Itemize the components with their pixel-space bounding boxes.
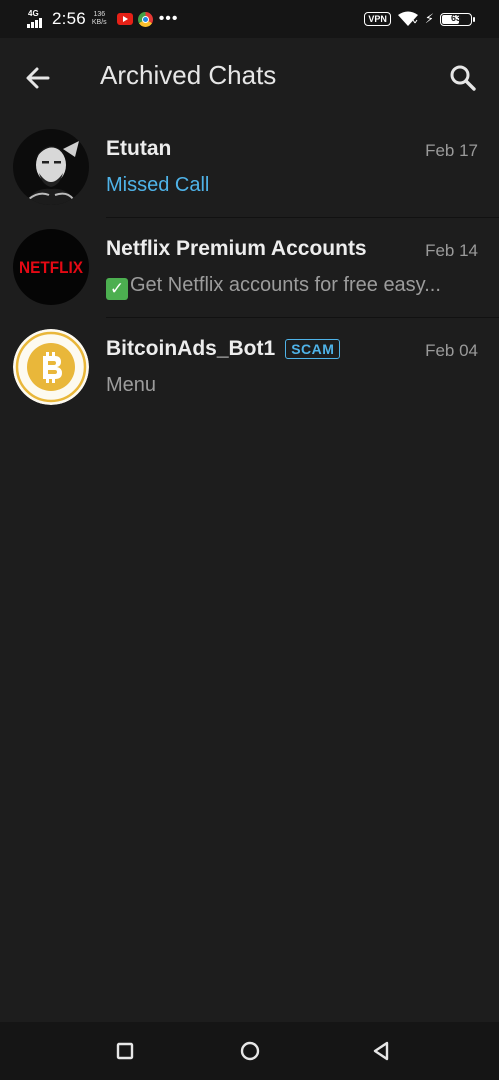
chat-item-bitcoinads-bot1[interactable]: BitcoinAds_Bot1 SCAM Feb 04 Menu	[0, 318, 499, 418]
back-button[interactable]	[20, 60, 56, 96]
chat-last-message: Menu	[106, 374, 157, 396]
page-title: Archived Chats	[100, 60, 277, 90]
chat-name: Etutan	[106, 137, 172, 160]
search-button[interactable]	[445, 60, 481, 96]
square-icon	[116, 1042, 134, 1060]
chat-item-etutan[interactable]: Etutan Feb 17 Missed Call	[0, 118, 499, 218]
chat-name: Netflix Premium Accounts	[106, 237, 367, 260]
chat-name: BitcoinAds_Bot1 SCAM	[106, 337, 341, 361]
wifi-icon	[397, 11, 418, 26]
chat-date: Feb 04	[425, 341, 478, 360]
avatar: NETFLIX	[13, 229, 89, 305]
arrow-back-icon	[26, 67, 50, 89]
search-icon	[450, 65, 476, 91]
recents-button[interactable]	[110, 1036, 140, 1066]
network-type: 4G	[28, 9, 39, 18]
battery-icon: 63	[440, 12, 475, 26]
chat-date: Feb 17	[425, 141, 478, 160]
chat-item-netflix-premium-accounts[interactable]: NETFLIX Netflix Premium Accounts Feb 14 …	[0, 218, 499, 318]
chat-last-message: Missed Call	[106, 174, 210, 196]
youtube-notification-icon	[116, 13, 133, 25]
vpn-indicator: VPN	[364, 12, 391, 26]
bitcoin-logo-icon	[13, 329, 89, 405]
app-header: Archived Chats	[0, 38, 499, 118]
network-speed: 136 KB/s	[91, 11, 107, 26]
scam-badge: SCAM	[285, 339, 341, 359]
svg-text:NETFLIX: NETFLIX	[19, 258, 84, 277]
netflix-logo: NETFLIX	[13, 229, 89, 305]
check-mark-emoji-icon: ✓	[106, 278, 128, 300]
avatar	[13, 129, 89, 205]
profile-photo	[13, 129, 89, 205]
avatar	[13, 329, 89, 405]
charging-icon: ⚡	[424, 11, 434, 26]
chat-last-message: ✓ Get Netflix accounts for free easy...	[106, 274, 441, 300]
system-back-button[interactable]	[366, 1036, 396, 1066]
chrome-notification-icon	[137, 11, 153, 27]
more-notifications-icon: •••	[158, 10, 179, 27]
cellular-signal-icon: 4G	[26, 9, 46, 29]
system-navigation-bar	[0, 1022, 499, 1080]
chat-date: Feb 14	[425, 241, 478, 260]
home-button[interactable]	[235, 1036, 265, 1066]
battery-level: 63	[450, 12, 461, 23]
clock: 2:56	[52, 9, 86, 28]
triangle-back-icon	[373, 1041, 389, 1061]
circle-icon	[240, 1041, 260, 1061]
chat-list: Etutan Feb 17 Missed Call NETFLIX Netfli…	[0, 118, 499, 418]
status-bar: 4G 2:56 136 KB/s ••• VPN ⚡ 63	[0, 0, 499, 38]
